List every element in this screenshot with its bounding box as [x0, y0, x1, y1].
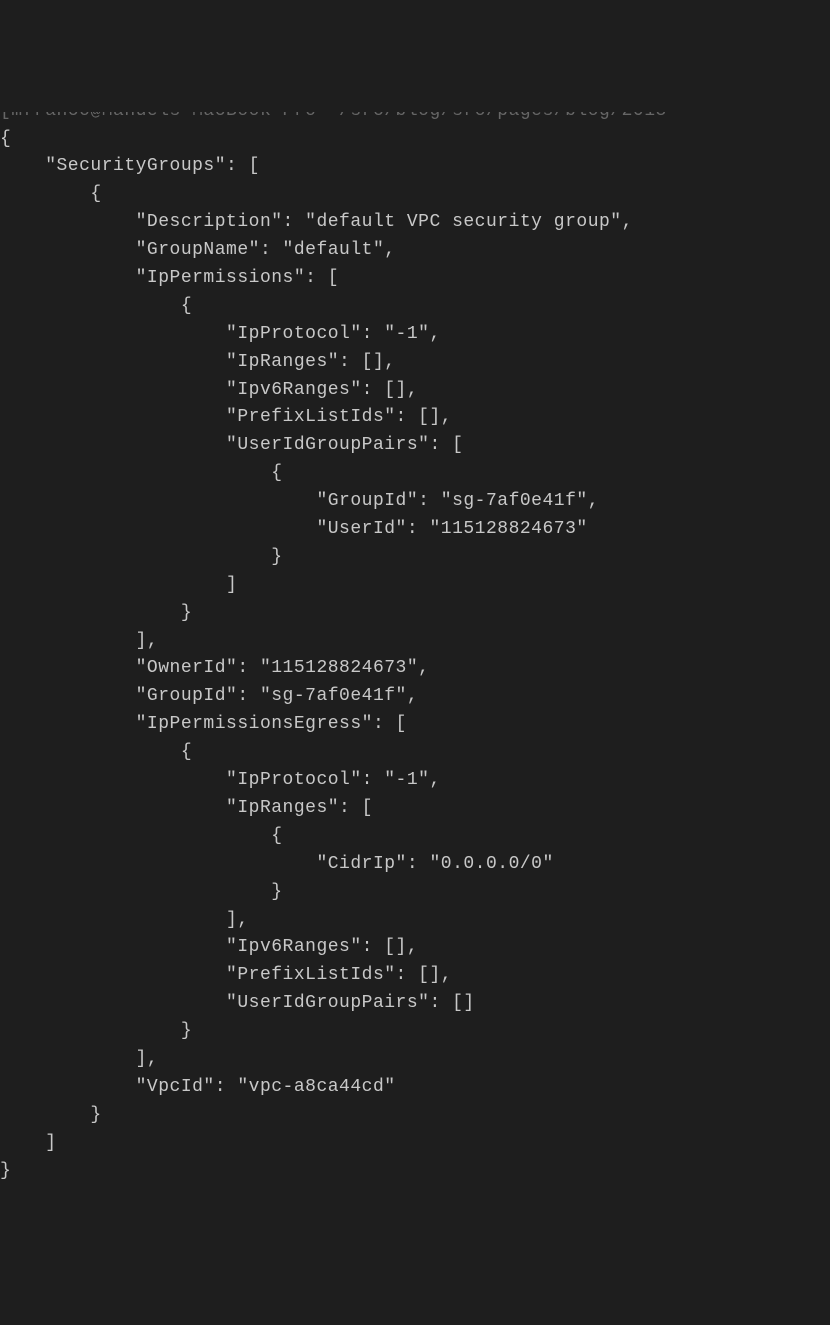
- terminal-output[interactable]: [mfranco@Manuels-MacBook-Pro ~/src/blog/…: [0, 112, 830, 1186]
- prompt-line: [mfranco@Manuels-MacBook-Pro ~/src/blog/…: [0, 112, 830, 126]
- json-output: { "SecurityGroups": [ { "Description": "…: [0, 129, 633, 1181]
- prompt-text: [mfranco@Manuels-MacBook-Pro ~/src/blog/…: [0, 112, 667, 126]
